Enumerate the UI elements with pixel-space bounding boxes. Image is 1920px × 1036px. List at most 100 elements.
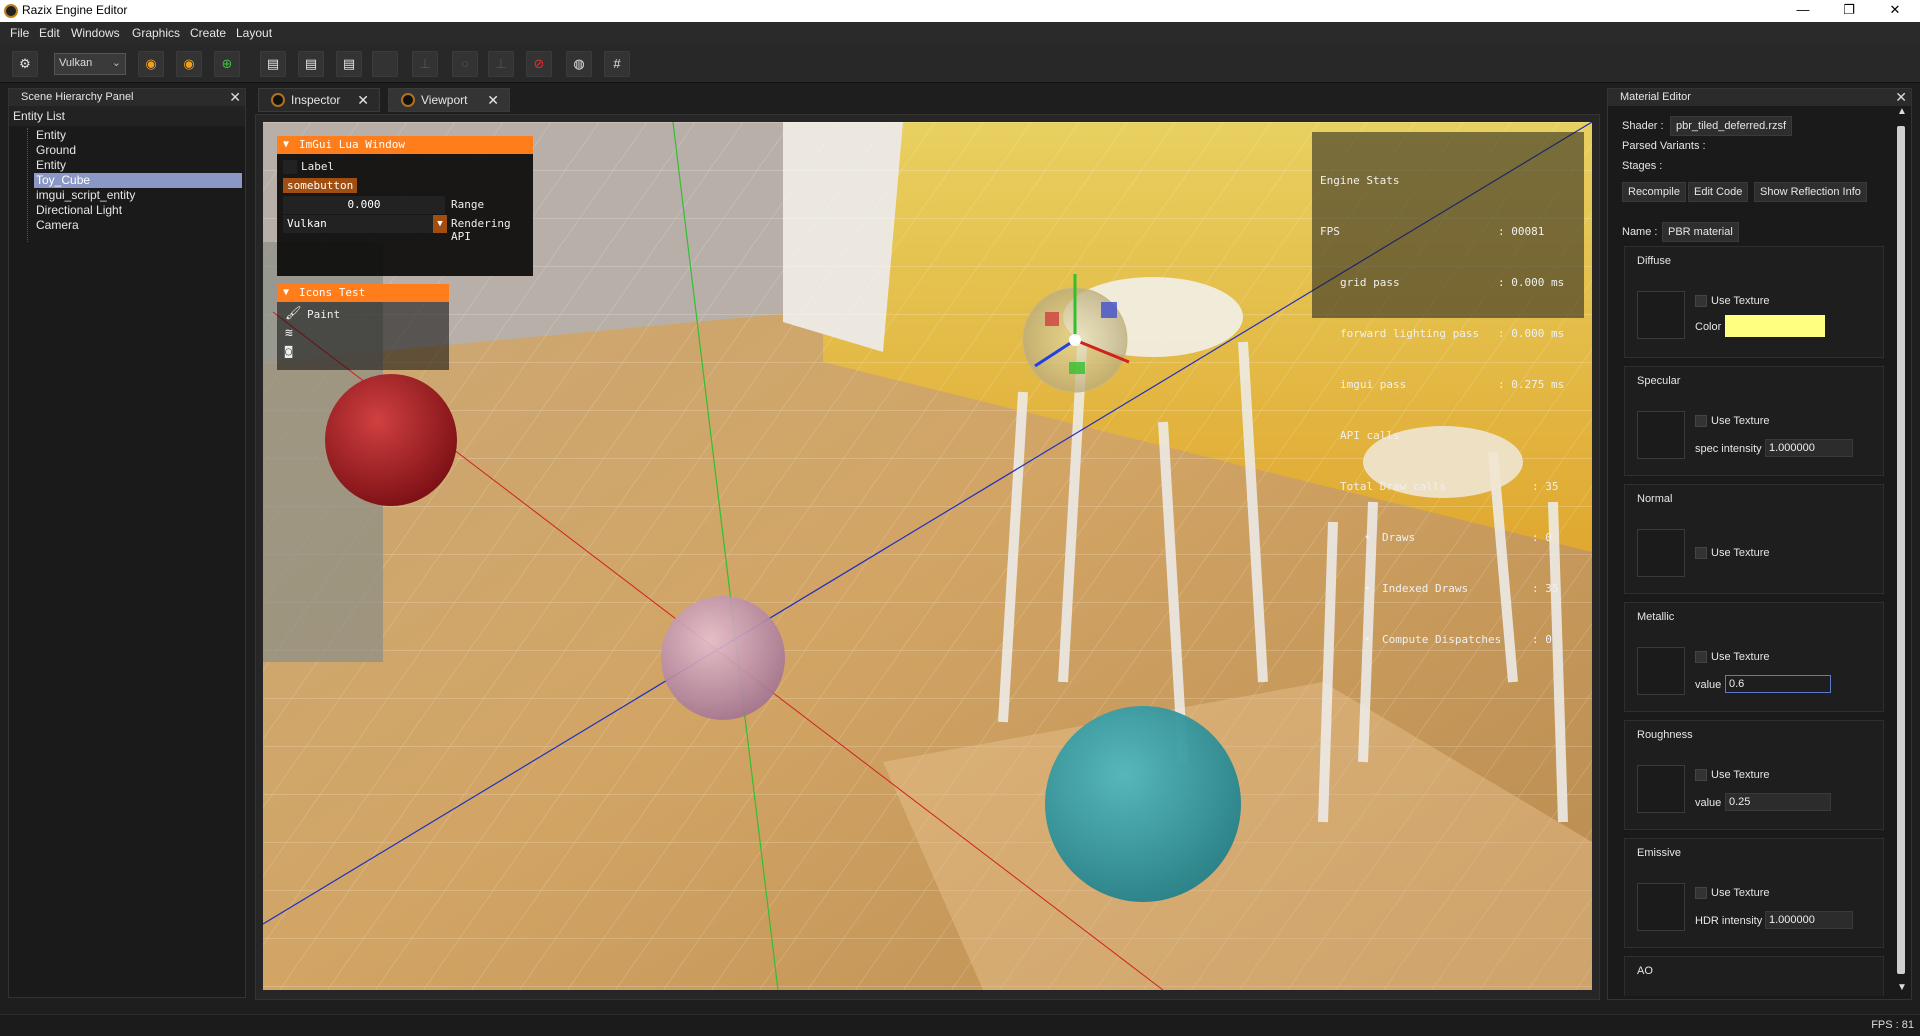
tree-item[interactable]: imgui_script_entity xyxy=(10,188,245,203)
panel-title-text: Material Editor xyxy=(1620,91,1691,103)
tree-item[interactable]: Entity xyxy=(10,158,245,173)
scrollbar-thumb[interactable] xyxy=(1897,126,1905,974)
stat-value: : 0 xyxy=(1532,633,1552,646)
recompile-button[interactable]: Recompile xyxy=(1622,182,1686,202)
close-window-button[interactable]: ✕ xyxy=(1872,0,1918,22)
bullet-icon: • xyxy=(1364,531,1371,544)
tab-label: Viewport xyxy=(421,93,468,107)
stat-value: : 35 xyxy=(1532,582,1559,595)
close-icon[interactable]: ✕ xyxy=(357,89,369,111)
metallic-value-input[interactable]: 0.6 xyxy=(1725,675,1831,693)
hdr-intensity-input[interactable]: 1.000000 xyxy=(1765,911,1853,929)
metallic-value-label: value xyxy=(1695,679,1722,691)
aperture-icon[interactable]: ⊘ xyxy=(526,51,552,77)
tab-viewport[interactable]: Viewport ✕ xyxy=(388,88,510,112)
use-texture-checkbox[interactable] xyxy=(1695,887,1707,899)
use-texture-checkbox[interactable] xyxy=(1695,769,1707,781)
window-title: Razix Engine Editor xyxy=(22,3,128,17)
api-select-value: Vulkan xyxy=(59,57,93,69)
panel-title: Material Editor ✕ xyxy=(1608,89,1911,106)
stat-row-fps: FPS: 00081 xyxy=(1320,223,1576,240)
texture-preview[interactable] xyxy=(1637,291,1685,339)
globe-icon[interactable]: ◍ xyxy=(566,51,592,77)
tab-inspector[interactable]: Inspector ✕ xyxy=(258,88,380,112)
texture-preview[interactable] xyxy=(1637,883,1685,931)
stat-row-indexed: • Indexed Draws : 35 xyxy=(1320,580,1576,597)
clapper-icon[interactable]: ▤ xyxy=(260,51,286,77)
combo-arrow-icon[interactable]: ▼ xyxy=(433,215,447,233)
app-logo-icon xyxy=(4,4,18,18)
clapper-add-icon[interactable]: ▤ xyxy=(336,51,362,77)
spec-intensity-input[interactable]: 1.000000 xyxy=(1765,439,1853,457)
close-icon[interactable]: ✕ xyxy=(229,89,241,106)
translate-gizmo-icon[interactable]: ⊥ xyxy=(412,51,438,77)
menu-file[interactable]: File xyxy=(10,26,29,40)
material-name-field[interactable]: PBR material xyxy=(1662,222,1739,242)
range-slider[interactable]: 0.000 xyxy=(283,196,445,214)
label-checkbox[interactable] xyxy=(283,160,297,174)
tree-item[interactable]: Entity xyxy=(10,128,245,143)
maximize-button[interactable]: ❐ xyxy=(1826,0,1872,22)
scroll-down-icon[interactable]: ▼ xyxy=(1897,982,1907,993)
diffuse-section: Diffuse Use Texture Color xyxy=(1624,246,1884,358)
use-texture-label: Use Texture xyxy=(1711,887,1770,899)
bullet-icon: • xyxy=(1364,582,1371,595)
use-texture-checkbox[interactable] xyxy=(1695,415,1707,427)
blank-tool-icon[interactable] xyxy=(372,51,398,77)
engine-stats-overlay: Engine Stats FPS: 00081 grid pass: 0.000… xyxy=(1312,132,1584,646)
tree-item[interactable]: Camera xyxy=(10,218,245,233)
tree-item-selected[interactable]: Toy_Cube xyxy=(34,173,242,188)
use-texture-checkbox[interactable] xyxy=(1695,295,1707,307)
close-icon[interactable]: ✕ xyxy=(487,89,499,111)
material-scrollbar[interactable]: ▲ ▼ xyxy=(1894,106,1908,998)
menu-windows[interactable]: Windows xyxy=(71,26,120,40)
stat-label: Indexed Draws xyxy=(1382,582,1469,595)
rendering-api-combo[interactable]: Vulkan ▼ xyxy=(283,215,447,233)
texture-preview[interactable] xyxy=(1637,529,1685,577)
show-reflection-button[interactable]: Show Reflection Info xyxy=(1754,182,1867,202)
roughness-value-input[interactable]: 0.25 xyxy=(1725,793,1831,811)
texture-preview[interactable] xyxy=(1637,411,1685,459)
panel-title: Scene Hierarchy Panel ✕ xyxy=(9,89,245,106)
api-select[interactable]: Vulkan ⌄ xyxy=(54,53,126,75)
collapse-triangle-icon[interactable]: ▼ xyxy=(283,136,289,154)
emissive-section: Emissive Use Texture HDR intensity 1.000… xyxy=(1624,838,1884,948)
menu-edit[interactable]: Edit xyxy=(39,26,60,40)
menu-bar: File Edit Windows Graphics Create Layout xyxy=(0,22,1920,45)
stat-label: Compute Dispatches xyxy=(1382,633,1502,646)
some-button[interactable]: somebutton xyxy=(283,178,358,193)
menu-create[interactable]: Create xyxy=(190,26,226,40)
menu-layout[interactable]: Layout xyxy=(236,26,272,40)
imgui-window-title[interactable]: ▼ Icons Test xyxy=(277,284,449,302)
close-icon[interactable]: ✕ xyxy=(1895,89,1907,106)
texture-preview[interactable] xyxy=(1637,647,1685,695)
stat-value: : 00081 xyxy=(1498,225,1545,238)
shader-file-field[interactable]: pbr_tiled_deferred.rzsf xyxy=(1670,116,1793,136)
razix-logo-icon xyxy=(401,93,415,107)
stat-label: forward lighting pass xyxy=(1340,327,1480,340)
settings-gear-icon[interactable]: ⚙ xyxy=(12,51,38,77)
collapse-triangle-icon[interactable]: ▼ xyxy=(283,284,289,302)
tree-item[interactable]: Ground xyxy=(10,143,245,158)
chevron-down-icon: ⌄ xyxy=(111,57,121,69)
minimize-button[interactable]: — xyxy=(1780,0,1826,22)
use-texture-checkbox[interactable] xyxy=(1695,547,1707,559)
tree-item[interactable]: Directional Light xyxy=(10,203,245,218)
clapper-play-icon[interactable]: ▤ xyxy=(298,51,324,77)
edit-code-button[interactable]: Edit Code xyxy=(1688,182,1749,202)
menu-graphics[interactable]: Graphics xyxy=(132,26,180,40)
diffuse-color-swatch[interactable] xyxy=(1725,315,1825,337)
scroll-up-icon[interactable]: ▲ xyxy=(1897,106,1907,117)
entity-list-header[interactable]: Entity List xyxy=(9,106,245,126)
add-entity-icon[interactable]: ⊕ xyxy=(214,51,240,77)
rotate-gizmo-icon[interactable]: ○ xyxy=(452,51,478,77)
texture-preview[interactable] xyxy=(1637,765,1685,813)
use-texture-checkbox[interactable] xyxy=(1695,651,1707,663)
grid-snap-icon[interactable]: # xyxy=(604,51,630,77)
play-icon[interactable]: ◉ xyxy=(138,51,164,77)
imgui-window-title[interactable]: ▼ ImGui Lua Window xyxy=(277,136,533,154)
roughness-section: Roughness Use Texture value 0.25 xyxy=(1624,720,1884,830)
stat-value: : 0.275 ms xyxy=(1498,378,1565,391)
pause-icon[interactable]: ◉ xyxy=(176,51,202,77)
scale-gizmo-icon[interactable]: ⊥ xyxy=(488,51,514,77)
